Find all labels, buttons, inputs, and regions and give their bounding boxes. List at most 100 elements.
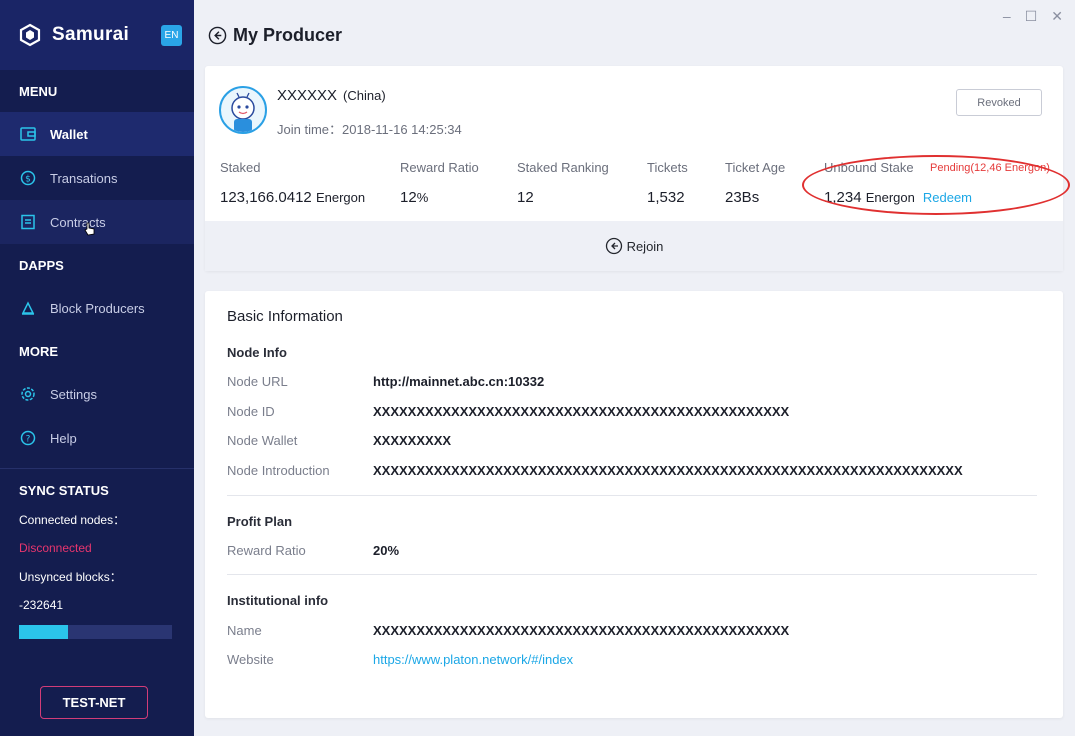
profit-reward-row: Reward Ratio 20% [227,543,399,558]
institutional-info-title: Institutional info [227,593,329,608]
revoked-button[interactable]: Revoked [956,89,1042,116]
node-id-value: XXXXXXXXXXXXXXXXXXXXXXXXXXXXXXXXXXXXXXXX… [373,404,790,419]
sidebar-item-wallet[interactable]: Wallet [0,112,194,156]
app-name: Samurai [52,24,130,45]
sync-status: SYNC STATUS Connected nodes： Disconnecte… [0,468,194,639]
stat-value: 12% [400,189,479,206]
hand-cursor-icon [84,222,95,236]
node-id-row: Node ID XXXXXXXXXXXXXXXXXXXXXXXXXXXXXXXX… [227,404,789,419]
sidebar-item-settings[interactable]: Settings [0,372,194,416]
field-label: Node Wallet [227,433,298,448]
stat-label: Ticket Age [725,160,786,175]
staked-unit: Energon [315,190,366,205]
sidebar-item-label: Wallet [50,126,88,142]
sidebar: Samurai EN MENU Wallet $ Transations Con… [0,0,194,736]
node-wallet-value: XXXXXXXXX [373,433,452,448]
profit-plan-title: Profit Plan [227,514,293,529]
node-url-value: http://mainnet.abc.cn:10332 [373,374,545,389]
help-icon: ? [19,429,37,447]
brand: Samurai EN [0,0,194,70]
basic-info-title: Basic Information [227,308,343,325]
unsynced-blocks-value: -232641 [19,598,64,612]
profit-reward-value: 20% [373,543,400,558]
dapps-section-title: DAPPS [19,257,64,273]
back-arrow-icon[interactable] [208,26,227,45]
coin-icon: $ [19,169,37,187]
close-icon[interactable]: ✕ [1051,8,1063,25]
connected-nodes-label: Connected nodes： [19,513,126,527]
rejoin-button[interactable]: Rejoin [205,221,1063,271]
sync-progress-fill [19,625,68,639]
language-button[interactable]: EN [161,24,182,46]
wallet-icon [19,125,37,143]
network-button[interactable]: TEST-NET [40,686,148,719]
producer-country: (China) [343,88,386,103]
stat-label: Staked [220,160,261,175]
stat-value: 1,532 [647,189,685,206]
staked-value: 123,166.0412 [220,189,312,206]
node-url-row: Node URL http://mainnet.abc.cn:10332 [227,374,544,389]
maximize-icon[interactable]: ☐ [1025,8,1038,25]
field-label: Website [227,652,274,667]
stat-staked: Staked 123,166.0412 Energon [220,160,365,206]
join-time: Join time：2018-11-16 14:25:34 [277,122,462,137]
unbound-unit: Energon [865,190,915,205]
sidebar-item-label: Block Producers [50,300,145,316]
sidebar-item-label: Settings [50,386,97,402]
stat-label: Reward Ratio [400,160,479,175]
field-label: Name [227,623,262,638]
producer-name-text: XXXXXX [277,87,338,104]
stat-reward-ratio: Reward Ratio 12% [400,160,479,206]
node-wallet-row: Node Wallet XXXXXXXXX [227,433,451,448]
reward-value: 12 [400,189,417,206]
rejoin-label: Rejoin [626,238,664,254]
more-section-title: MORE [19,343,58,359]
contract-icon [19,213,37,231]
website-link[interactable]: https://www.platon.network/#/index [373,652,573,667]
sync-progress-bar [19,625,172,639]
pending-amount: Pending(12,46 Energon) [930,162,1050,174]
field-label: Node URL [227,374,288,389]
main-area: – ☐ ✕ My Producer XXXXXX (China) Join tim [194,0,1075,736]
gear-icon [19,385,37,403]
sidebar-item-help[interactable]: ? Help [0,416,194,460]
block-producers-icon [19,299,37,317]
producer-card: XXXXXX (China) Join time：2018-11-16 14:25… [205,66,1070,271]
stat-staked-ranking: Staked Ranking 12 [517,160,609,206]
avatar [219,86,267,134]
svg-text:?: ? [26,435,31,445]
svg-text:$: $ [25,175,31,185]
sidebar-item-label: Transations [50,170,118,186]
stat-ticket-age: Ticket Age 23Bs [725,160,785,206]
stat-value: 123,166.0412 Energon [220,189,365,206]
redeem-link[interactable]: Redeem [923,190,972,205]
unsynced-blocks-label: Unsynced blocks： [19,570,122,584]
producer-name: XXXXXX (China) [277,87,386,104]
window-controls: – ☐ ✕ [1003,8,1063,25]
sidebar-item-transactions[interactable]: $ Transations [0,156,194,200]
sidebar-item-block-producers[interactable]: Block Producers [0,286,194,330]
menu-section-title: MENU [19,83,58,99]
page-title: My Producer [233,25,343,45]
node-intro-row: Node Introduction XXXXXXXXXXXXXXXXXXXXXX… [227,463,963,478]
minimize-icon[interactable]: – [1003,8,1011,25]
sidebar-item-contracts[interactable]: Contracts [0,200,194,244]
rejoin-icon [605,237,622,255]
page-header: My Producer [208,25,342,46]
divider [227,574,1037,575]
name-value: XXXXXXXXXXXXXXXXXXXXXXXXXXXXXXXXXXXXXXXX… [373,623,790,638]
basic-info-card: Basic Information Node Info Node URL htt… [205,291,1063,718]
stat-tickets: Tickets 1,532 [647,160,688,206]
divider [227,495,1037,496]
stat-value: 12 [517,189,534,206]
sidebar-item-label: Contracts [50,214,106,230]
connection-status: Disconnected [19,541,92,555]
node-info-title: Node Info [227,345,287,360]
node-intro-value: XXXXXXXXXXXXXXXXXXXXXXXXXXXXXXXXXXXXXXXX… [373,463,963,478]
field-label: Node Introduction [227,463,330,478]
field-label: Node ID [227,404,275,419]
reward-unit: % [416,190,429,205]
stat-label: Tickets [647,160,688,175]
website-row: Website https://www.platon.network/#/ind… [227,652,573,667]
sidebar-item-label: Help [50,430,77,446]
